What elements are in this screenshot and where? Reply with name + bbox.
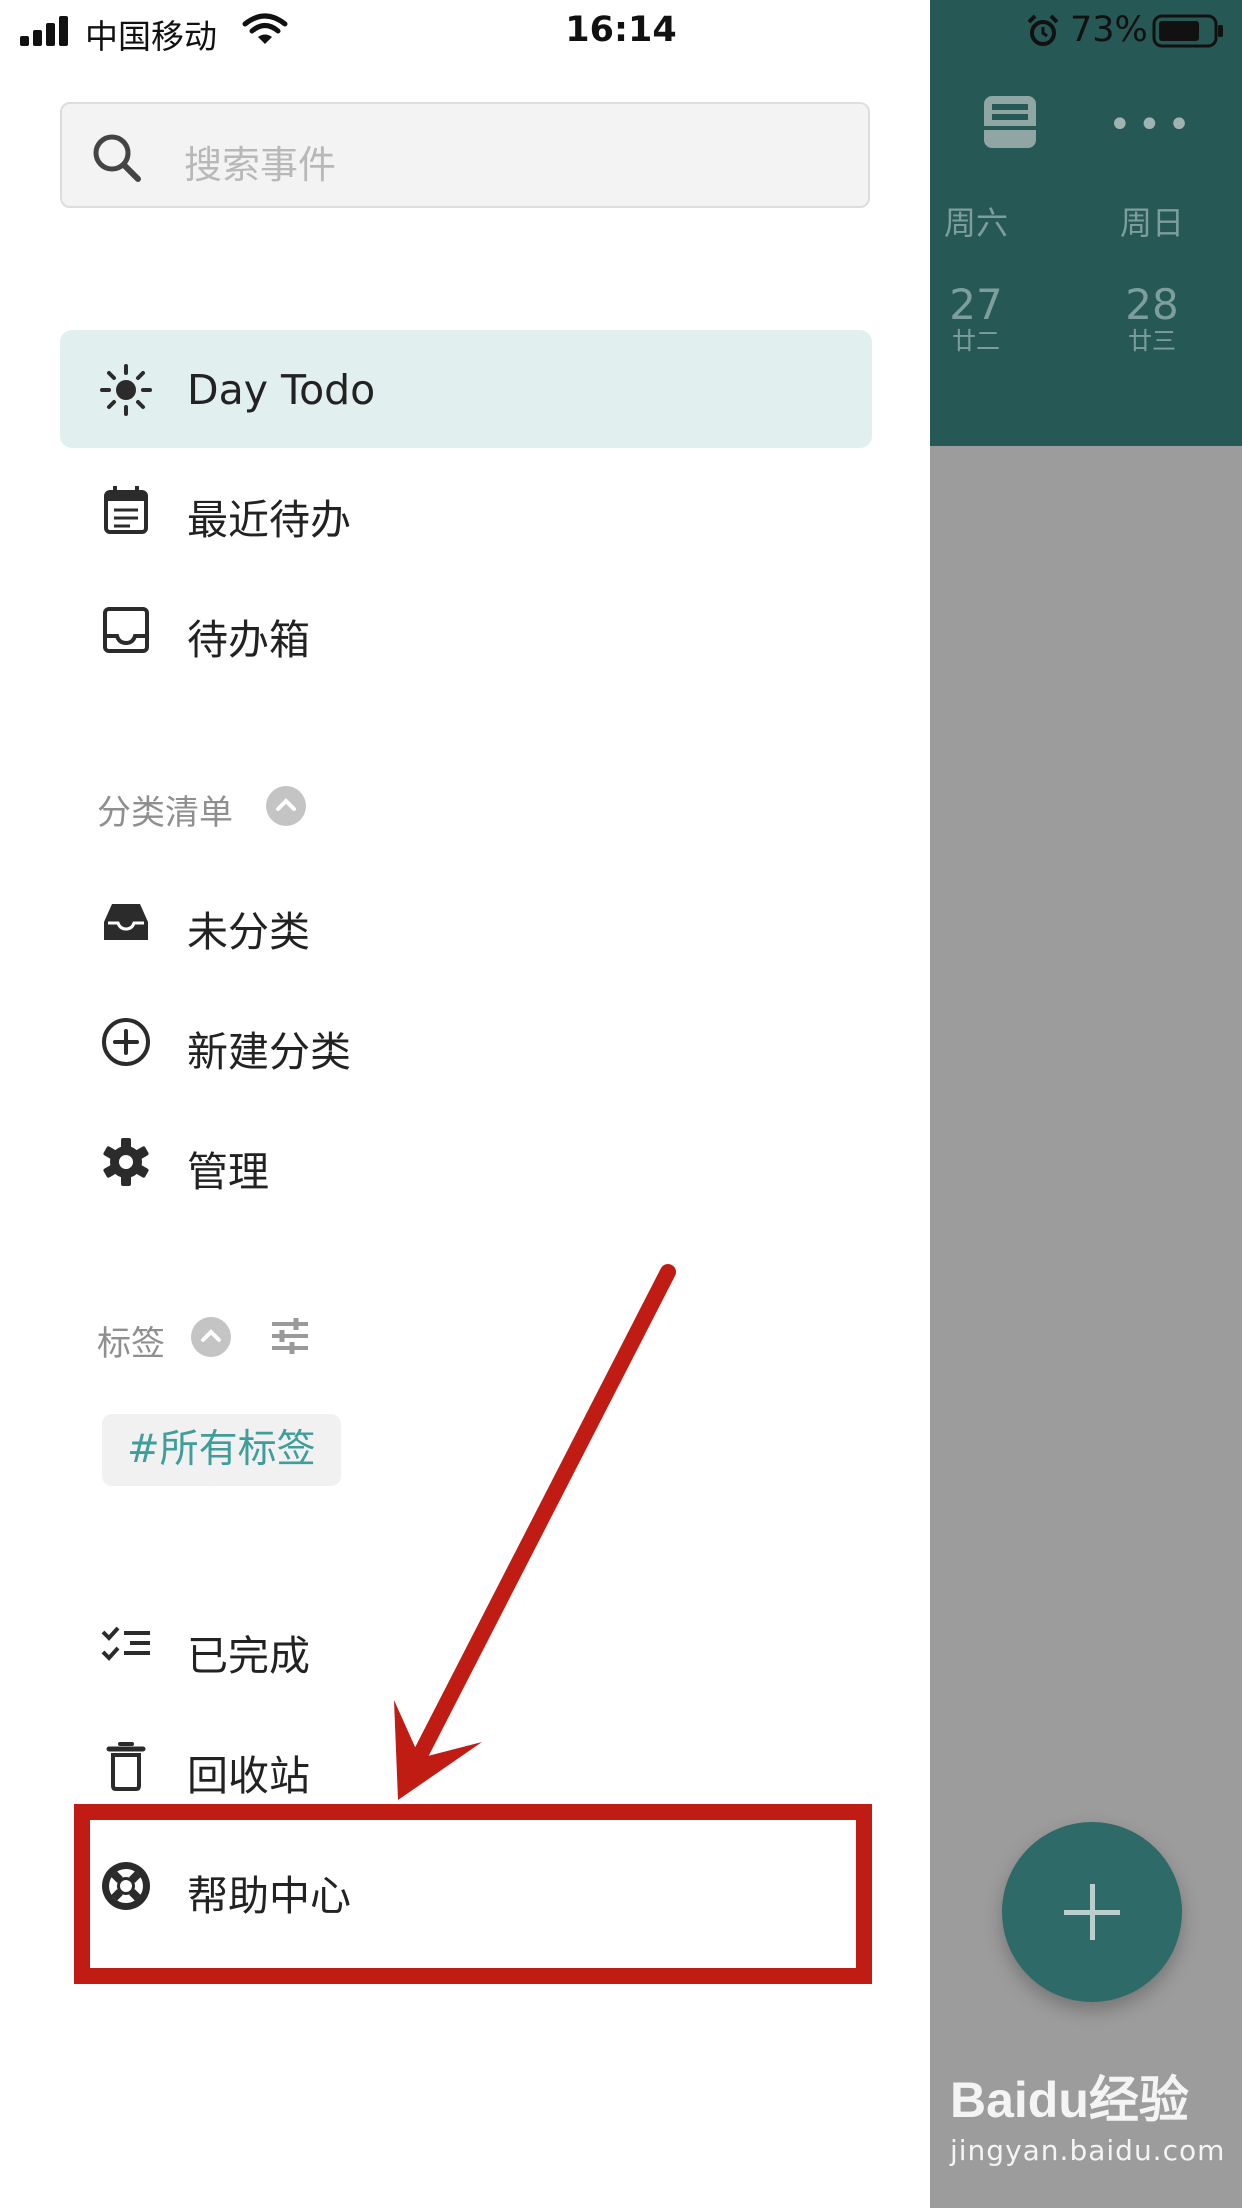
- weekday-label: 周六: [943, 204, 1008, 242]
- calendar-header: ••• 周六 27 廿二 周日 28 廿三: [930, 0, 1242, 446]
- watermark: Baidu经验 jingyan.baidu.com: [950, 2060, 1225, 2167]
- battery-icon: [1152, 14, 1223, 48]
- lunar-date: 廿三: [1128, 327, 1176, 355]
- navigation-drawer: 搜索事件 Day Todo 最近待办 待办箱 分类清单 未分类 新建分类 管理 …: [0, 0, 930, 2208]
- weekday-label: 周日: [1119, 204, 1184, 242]
- day-column-sun[interactable]: 周日 28 廿三: [1112, 198, 1192, 354]
- date-number: 27: [949, 280, 1003, 329]
- day-column-sat[interactable]: 周六 27 廿二: [936, 198, 1016, 354]
- plus-icon: [1064, 1884, 1120, 1940]
- watermark-url: jingyan.baidu.com: [950, 2134, 1226, 2167]
- background-app: ••• 周六 27 廿二 周日 28 廿三 Baidu经验 jingyan.ba…: [930, 0, 1242, 2208]
- add-event-button[interactable]: [1002, 1822, 1182, 2002]
- battery-percent: 73%: [1070, 10, 1148, 50]
- annotation-arrow: [394, 1264, 676, 1800]
- date-number: 28: [1125, 280, 1179, 329]
- archive-icon[interactable]: [978, 90, 1042, 154]
- lunar-date: 廿二: [952, 327, 1000, 355]
- watermark-logo: Baidu经验: [950, 2072, 1189, 2128]
- alarm-icon: [1027, 14, 1059, 46]
- more-icon[interactable]: •••: [1108, 105, 1197, 145]
